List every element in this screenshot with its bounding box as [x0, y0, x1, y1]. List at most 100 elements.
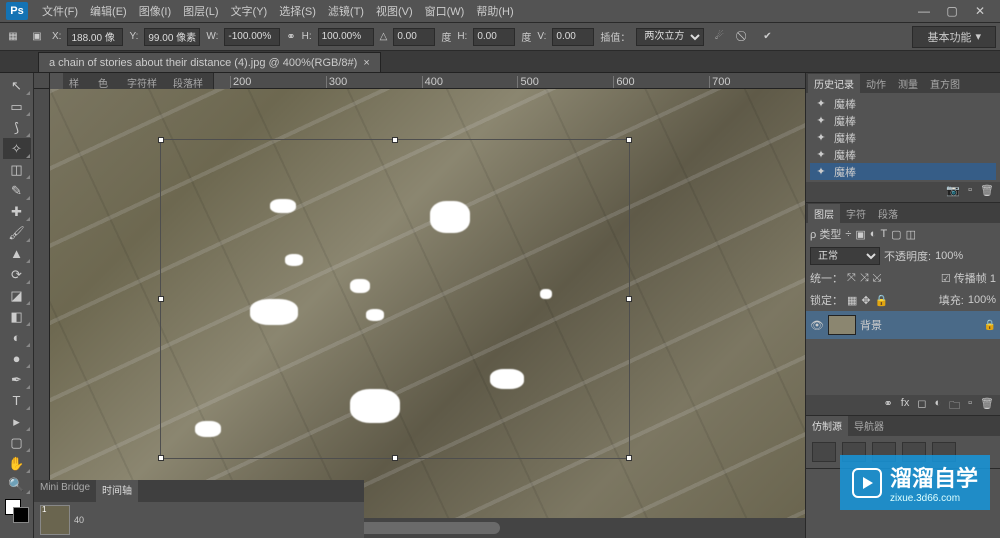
document-tab[interactable]: a chain of stories about their distance … [38, 52, 381, 72]
snapshot-icon[interactable]: 📷 [946, 184, 960, 200]
filter-smart-icon[interactable]: ◫ [906, 228, 916, 241]
maximize-button[interactable]: ▢ [938, 2, 966, 20]
propagate-label[interactable]: 传播帧 1 [954, 273, 996, 285]
tab-navigator[interactable]: 导航器 [848, 416, 890, 436]
layer-group-icon[interactable]: 🗀 [949, 397, 960, 413]
menu-image[interactable]: 图像(I) [133, 0, 177, 23]
layer-mask-icon[interactable]: ◻ [917, 397, 926, 413]
tab-para[interactable]: 段落 [872, 204, 904, 223]
filter-shape-icon[interactable]: ▢ [891, 228, 901, 241]
menu-type[interactable]: 文字(Y) [225, 0, 274, 23]
new-state-icon[interactable]: ▫ [968, 184, 972, 200]
rotate-input[interactable] [393, 28, 435, 46]
menu-select[interactable]: 选择(S) [273, 0, 322, 23]
zoom-tool[interactable]: 🔍 [3, 474, 31, 495]
history-item[interactable]: ✦魔棒 [810, 95, 996, 112]
history-item[interactable]: ✦魔棒 [810, 163, 996, 180]
fill-value[interactable]: 100% [968, 294, 996, 306]
unify-pos-icon[interactable]: ⤧ [847, 272, 856, 285]
layer-name[interactable]: 背景 [860, 317, 882, 333]
commit-transform-icon[interactable]: ✔ [758, 28, 776, 46]
menu-file[interactable]: 文件(F) [36, 0, 84, 23]
menu-filter[interactable]: 滤镜(T) [322, 0, 370, 23]
clone-src-1[interactable] [812, 442, 836, 462]
menu-help[interactable]: 帮助(H) [470, 0, 519, 23]
filter-kind[interactable]: ρ 类型 [810, 226, 841, 242]
menu-layer[interactable]: 图层(L) [177, 0, 224, 23]
cancel-transform-icon[interactable]: ⃠ [734, 28, 752, 46]
new-layer-icon[interactable]: ▫ [968, 397, 972, 413]
h-skew-input[interactable] [473, 28, 515, 46]
menu-window[interactable]: 窗口(W) [419, 0, 471, 23]
layer-style-icon[interactable]: fx [901, 397, 910, 413]
filter-type-icon[interactable]: T [880, 228, 887, 240]
filter-image-icon[interactable]: ▣ [855, 228, 865, 241]
warp-icon[interactable]: ☄ [710, 28, 728, 46]
x-input[interactable] [67, 28, 123, 46]
tab-timeline[interactable]: 时间轴 [96, 480, 138, 502]
hand-tool[interactable]: ✋ [3, 453, 31, 474]
lock-position-icon[interactable]: ✥ [861, 294, 870, 307]
eyedropper-tool[interactable]: ✎ [3, 180, 31, 201]
color-swatches[interactable] [5, 499, 29, 523]
filter-adjust-icon[interactable]: ◐ [870, 228, 877, 240]
delete-state-icon[interactable]: 🗑 [980, 184, 994, 200]
healing-tool[interactable]: ✚ [3, 201, 31, 222]
workspace-switcher[interactable]: 基本功能▾ [912, 26, 996, 48]
tab-close-icon[interactable]: × [363, 57, 369, 69]
eraser-tool[interactable]: ◪ [3, 285, 31, 306]
marquee-tool[interactable]: ▭ [3, 96, 31, 117]
tab-history[interactable]: 历史记录 [808, 74, 860, 93]
visibility-icon[interactable]: 👁 [810, 319, 824, 332]
path-selection-tool[interactable]: ▸ [3, 411, 31, 432]
tab-histogram[interactable]: 直方图 [924, 74, 966, 93]
unify-style-icon[interactable]: ⤩ [873, 272, 882, 285]
interpolation-select[interactable]: 两次立方 [636, 28, 704, 46]
minimize-button[interactable]: — [910, 2, 938, 20]
move-tool[interactable]: ↖ [3, 75, 31, 96]
dodge-tool[interactable]: ● [3, 348, 31, 369]
layer-thumbnail[interactable] [828, 315, 856, 335]
blend-mode-select[interactable]: 正常 [810, 247, 880, 265]
link-wh-icon[interactable]: ⚭ [286, 30, 295, 43]
delete-layer-icon[interactable]: 🗑 [980, 397, 994, 413]
opacity-value[interactable]: 100% [935, 250, 963, 262]
link-layers-icon[interactable]: ⚭ [884, 397, 893, 413]
blur-tool[interactable]: ◐ [3, 327, 31, 348]
adjustment-layer-icon[interactable]: ◐ [934, 397, 941, 413]
lasso-tool[interactable]: ⟆ [3, 117, 31, 138]
canvas[interactable] [50, 89, 805, 518]
brush-tool[interactable]: 🖌 [3, 222, 31, 243]
shape-tool[interactable]: ▢ [3, 432, 31, 453]
history-brush-tool[interactable]: ⟳ [3, 264, 31, 285]
menu-edit[interactable]: 编辑(E) [84, 0, 133, 23]
filter-drop[interactable]: ÷ [845, 228, 851, 240]
close-button[interactable]: ✕ [966, 2, 994, 20]
history-item[interactable]: ✦魔棒 [810, 129, 996, 146]
w-input[interactable] [224, 28, 280, 46]
tab-actions[interactable]: 动作 [860, 74, 892, 93]
tab-measurements[interactable]: 测量 [892, 74, 924, 93]
unify-vis-icon[interactable]: ⤨ [860, 272, 869, 285]
menu-view[interactable]: 视图(V) [370, 0, 419, 23]
clone-stamp-tool[interactable]: ▲ [3, 243, 31, 264]
magic-wand-tool[interactable]: ✧ [3, 138, 31, 159]
v-skew-input[interactable] [552, 28, 594, 46]
history-item[interactable]: ✦魔棒 [810, 112, 996, 129]
background-swatch[interactable] [13, 507, 29, 523]
tab-clone-source[interactable]: 仿制源 [806, 416, 848, 436]
reference-point-icon[interactable]: ▣ [28, 28, 46, 46]
transform-bounding-box[interactable] [160, 139, 630, 459]
tab-layers[interactable]: 图层 [808, 204, 840, 223]
tab-char[interactable]: 字符 [840, 204, 872, 223]
lock-pixels-icon[interactable]: ▦ [847, 294, 857, 307]
tab-mini-bridge[interactable]: Mini Bridge [34, 480, 96, 502]
history-item[interactable]: ✦魔棒 [810, 146, 996, 163]
h-input[interactable] [318, 28, 374, 46]
y-input[interactable] [144, 28, 200, 46]
crop-tool[interactable]: ◫ [3, 159, 31, 180]
pen-tool[interactable]: ✒ [3, 369, 31, 390]
lock-all-icon[interactable]: 🔒 [875, 294, 889, 307]
gradient-tool[interactable]: ◧ [3, 306, 31, 327]
layer-row[interactable]: 👁 背景 🔒 [806, 311, 1000, 339]
